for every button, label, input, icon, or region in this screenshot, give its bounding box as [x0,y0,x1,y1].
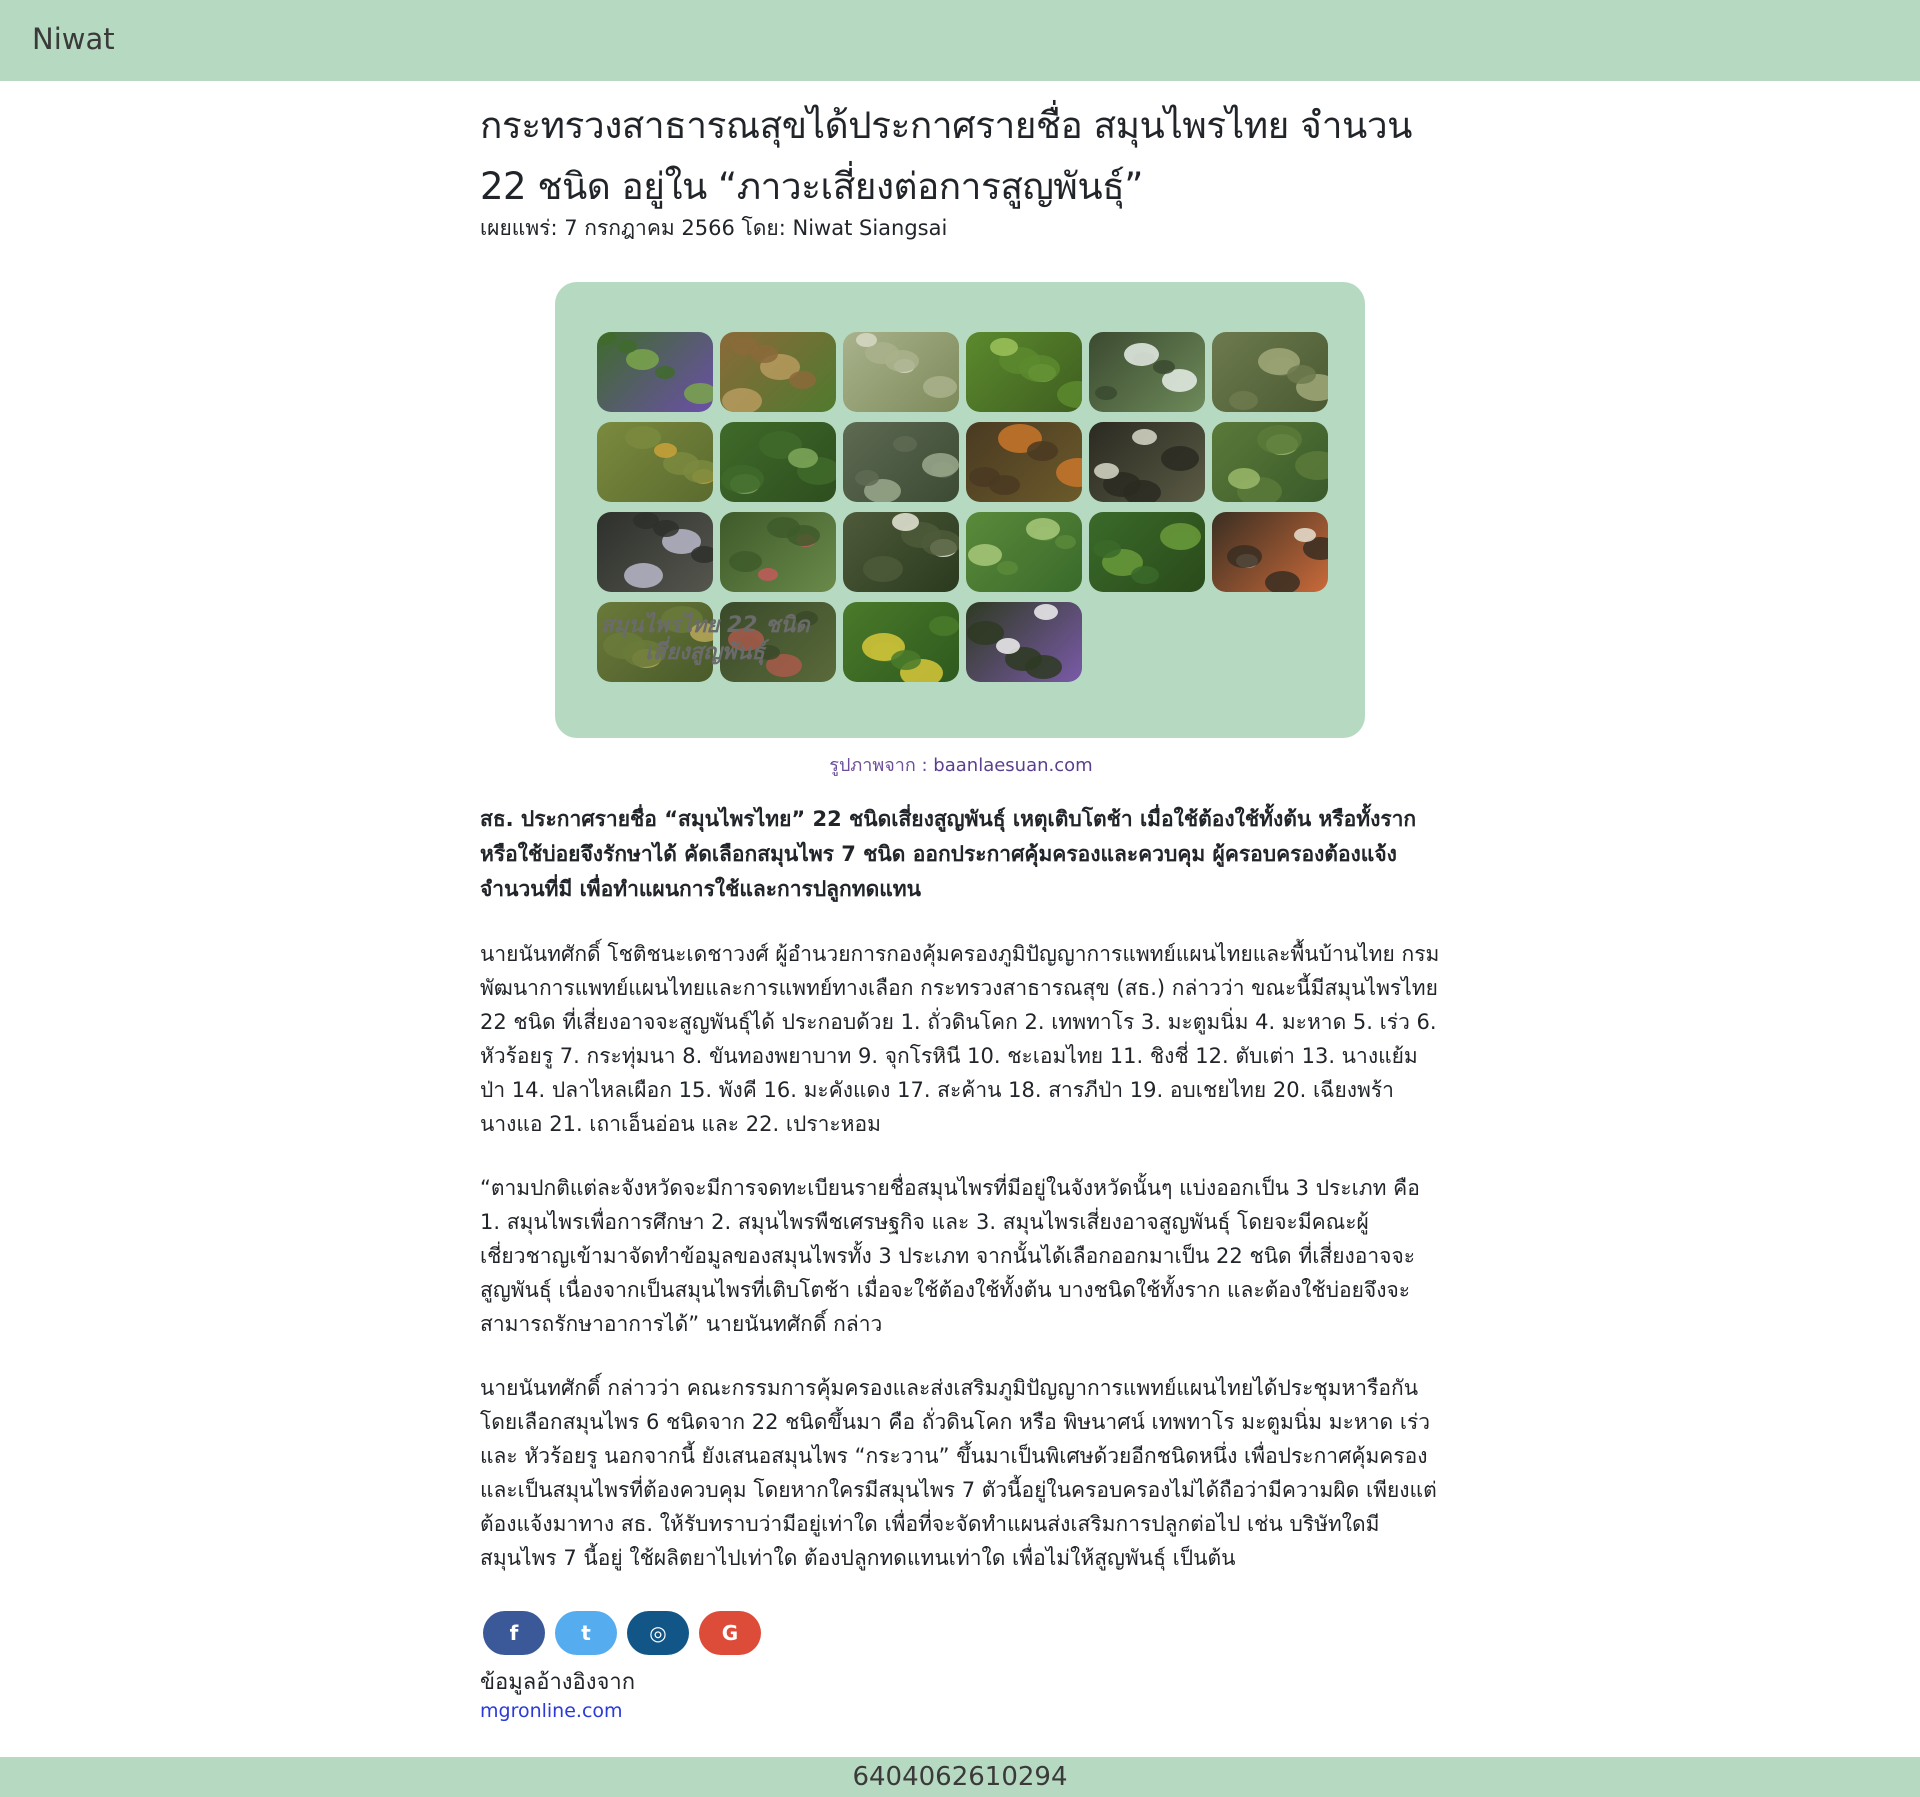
herb-photo-18 [1212,512,1328,592]
article-image [555,282,1365,738]
herb-photo-9 [843,422,959,502]
navbar: Niwat [0,0,1920,81]
article-paragraph-3: นายนันทศักดิ์ กล่าวว่า คณะกรรมการคุ้มครอ… [480,1376,1437,1570]
article-lead: สธ. ประกาศรายชื่อ “สมุนไพรไทย” 22 ชนิดเส… [480,807,1417,901]
google-icon: G [721,1621,739,1645]
herb-photo-3 [843,332,959,412]
caption-prefix: รูปภาพจาก : [829,755,934,776]
herb-photo-13 [597,512,713,592]
reference-link[interactable]: mgronline.com [480,1700,623,1722]
herb-photo-6 [1212,332,1328,412]
image-caption: รูปภาพจาก : baanlaesuan.com [480,750,1442,779]
footer-text: 6404062610294 [852,1762,1068,1792]
article-meta: เผยแพร่: 7 กรกฎาคม 2566 โดย: Niwat Siang… [480,216,948,240]
article-paragraph-1: นายนันทศักดิ์ โชติชนะเดชาวงศ์ ผู้อำนวยกา… [480,942,1440,1136]
image-overlay-text: สมุนไพรไทย 22 ชนิด เสี่ยงสูญพันธุ์ [555,612,855,666]
reference-label: ข้อมูลอ้างอิงจาก [480,1670,636,1695]
article-title: กระทรวงสาธารณสุขได้ประกาศรายชื่อ สมุนไพร… [480,104,1412,208]
herb-photo-12 [1212,422,1328,502]
herb-photo-14 [720,512,836,592]
facebook-share-button[interactable]: f [483,1611,545,1655]
herb-photo-10 [966,422,1082,502]
article-header: กระทรวงสาธารณสุขได้ประกาศรายชื่อ สมุนไพร… [480,95,1442,243]
herb-photo-7 [597,422,713,502]
herb-photo-1 [597,332,713,412]
twitter-icon: t [581,1621,591,1645]
herb-photo-2 [720,332,836,412]
herb-photo-5 [1089,332,1205,412]
herb-photo-8 [720,422,836,502]
image-overlay-line2: เสี่ยงสูญพันธุ์ [645,640,765,665]
footer: 6404062610294 [0,1757,1920,1797]
herb-photo-4 [966,332,1082,412]
herb-photo-16 [966,512,1082,592]
instagram-icon: ◎ [649,1621,667,1645]
herb-photo-11 [1089,422,1205,502]
caption-source: baanlaesuan.com [933,755,1093,776]
article-paragraph-2: “ตามปกติแต่ละจังหวัดจะมีการจดทะเบียนรายช… [480,1176,1420,1336]
brand-link[interactable]: Niwat [32,22,115,56]
herb-photo-21 [843,602,959,682]
twitter-share-button[interactable]: t [555,1611,617,1655]
instagram-share-button[interactable]: ◎ [627,1611,689,1655]
herb-photo-17 [1089,512,1205,592]
herb-photo-15 [843,512,959,592]
image-overlay-line1: สมุนไพรไทย 22 ชนิด [600,613,810,638]
google-share-button[interactable]: G [699,1611,761,1655]
facebook-icon: f [509,1621,519,1645]
herb-photo-22 [966,602,1082,682]
